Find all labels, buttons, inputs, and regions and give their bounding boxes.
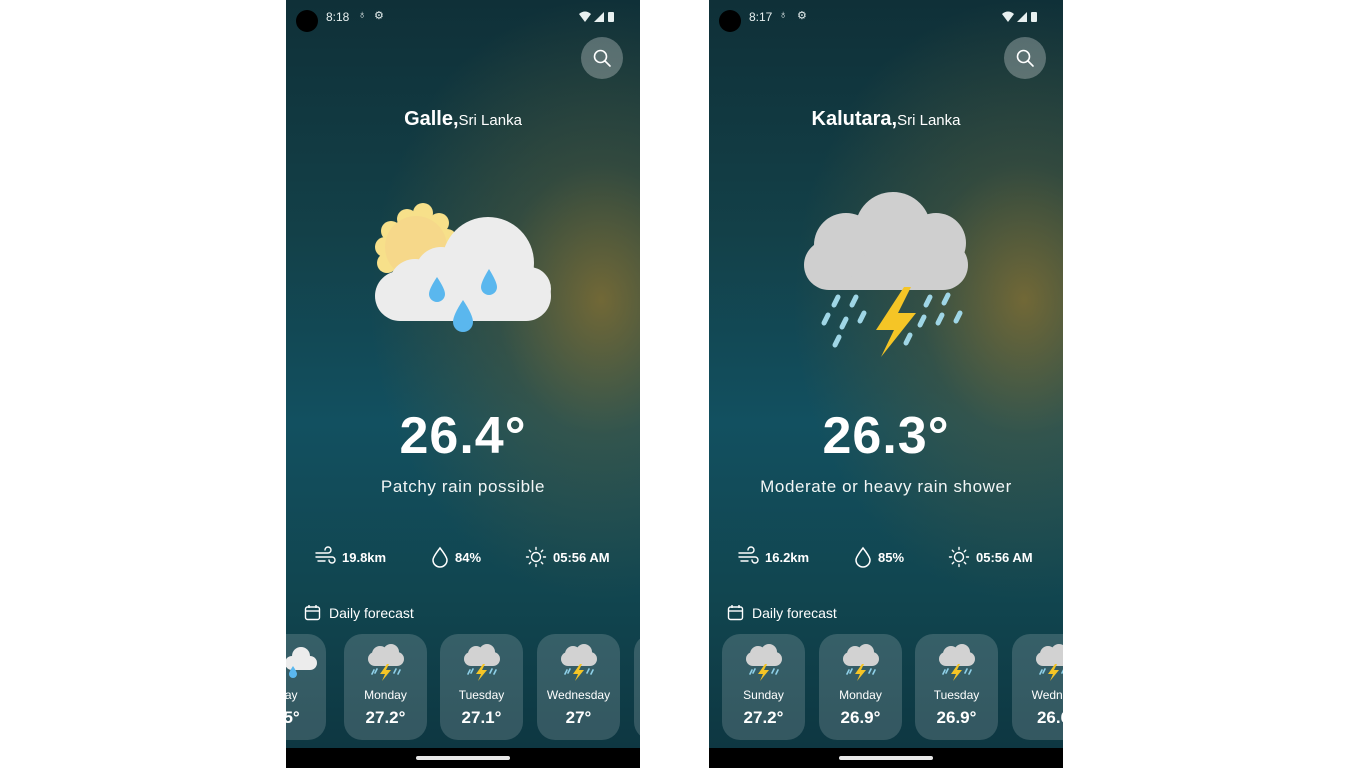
forecast-day: Wednes [1031, 688, 1063, 702]
thunderstorm-icon [939, 644, 975, 681]
location-heading: Kalutara,Sri Lanka [709, 108, 1063, 131]
forecast-card[interactable]: nday 7.5° [286, 634, 326, 740]
humidity-stat: 84% [431, 546, 481, 568]
wifi-signal-battery-icon [579, 11, 614, 22]
search-button[interactable] [1004, 37, 1046, 79]
search-button[interactable] [581, 37, 623, 79]
city-name: Kalutara, [811, 108, 898, 130]
city-name: Galle, [404, 108, 459, 130]
sun-cloud-rain-icon [375, 203, 551, 332]
thunderstorm-icon [561, 644, 597, 681]
water-drop-icon [432, 546, 448, 568]
forecast-card[interactable]: Tuesday 27.1° [440, 634, 523, 740]
thunderstorm-icon [804, 192, 968, 357]
current-temperature: 26.3° [822, 407, 950, 465]
forecast-day: Monday [364, 688, 407, 702]
forecast-cards: Sunday 27.2° Monday 26.9° Tuesday 26.9° [709, 634, 1063, 742]
current-condition: Moderate or heavy rain shower [760, 477, 1012, 496]
wind-stat: 19.8km [314, 546, 386, 568]
status-bar: 8:17 ♁ ⚙ [709, 0, 1063, 34]
country-name: Sri Lanka [897, 112, 961, 129]
humidity-value: 85% [878, 549, 905, 565]
phone-screen-kalutara: 8:17 ♁ ⚙ Kalutara,Sri Lanka 26.3° Modera… [709, 0, 1063, 768]
home-gesture-handle[interactable] [416, 756, 510, 760]
thunderstorm-icon [368, 644, 404, 681]
forecast-card[interactable]: Wednesday 27° [537, 634, 620, 740]
forecast-card[interactable]: Monday 27.2° [344, 634, 427, 740]
settings-status-icon: ⚙ [797, 10, 807, 22]
humidity-stat: 85% [854, 546, 904, 568]
camera-cutout [296, 10, 318, 32]
forecast-temp: 26.9° [840, 708, 881, 727]
forecast-card[interactable] [634, 634, 640, 740]
thunderstorm-icon [464, 644, 500, 681]
thunderstorm-icon [1036, 644, 1063, 681]
forecast-temp: 27.1° [461, 708, 502, 727]
forecast-temp: 27.2° [743, 708, 784, 727]
current-temperature: 26.4° [399, 407, 527, 465]
daily-forecast-header: Daily forecast [727, 604, 837, 621]
weather-stats: 19.8km 84% 05:56 AM [286, 546, 640, 576]
thunderstorm-icon [843, 644, 879, 681]
forecast-card[interactable]: Sunday 27.2° [722, 634, 805, 740]
navigation-bar [286, 748, 640, 768]
country-name: Sri Lanka [458, 112, 522, 129]
search-icon [1016, 49, 1034, 67]
notification-icon: ♁ [358, 9, 367, 21]
status-time: 8:18 [326, 10, 350, 24]
daily-forecast-label: Daily forecast [329, 604, 414, 621]
settings-status-icon: ⚙ [374, 10, 384, 22]
wind-value: 16.2km [765, 549, 810, 565]
calendar-icon [727, 605, 744, 621]
phone-screen-galle: 8:18 ♁ ⚙ Galle,Sri Lanka 26.4° Patchy ra… [286, 0, 640, 768]
forecast-day: Tuesday [458, 688, 505, 702]
forecast-temp: 26.6 [1036, 708, 1063, 727]
forecast-temp: 27.2° [365, 708, 406, 727]
sunrise-value: 05:56 AM [976, 549, 1033, 565]
navigation-bar [709, 748, 1063, 768]
sunrise-value: 05:56 AM [553, 549, 610, 565]
forecast-temp: 26.9° [936, 708, 977, 727]
daily-forecast-label: Daily forecast [752, 604, 837, 621]
wind-stat: 16.2km [737, 546, 809, 568]
status-bar: 8:18 ♁ ⚙ [286, 0, 640, 34]
forecast-temp: 7.5° [286, 708, 300, 727]
location-heading: Galle,Sri Lanka [286, 108, 640, 131]
wind-icon [315, 546, 336, 564]
forecast-card[interactable]: Wednes 26.6 [1012, 634, 1063, 740]
forecast-day: Sunday [743, 688, 784, 702]
home-gesture-handle[interactable] [839, 756, 933, 760]
sun-icon [948, 546, 970, 568]
forecast-day: Wednesday [546, 688, 611, 702]
forecast-day: nday [286, 688, 298, 702]
camera-cutout [719, 10, 741, 32]
water-drop-icon [855, 546, 871, 568]
forecast-cards: nday 7.5° Monday 27.2° Tuesday 27.1° [286, 634, 640, 742]
weather-stats: 16.2km 85% 05:56 AM [709, 546, 1063, 576]
sunrise-stat: 05:56 AM [948, 546, 1033, 568]
search-icon [593, 49, 611, 67]
current-condition: Patchy rain possible [380, 477, 546, 496]
wind-icon [738, 546, 759, 564]
notification-icon: ♁ [779, 9, 788, 21]
sunrise-stat: 05:56 AM [525, 546, 610, 568]
forecast-day: Monday [839, 688, 882, 702]
forecast-card[interactable]: Monday 26.9° [819, 634, 902, 740]
forecast-temp: 27° [565, 708, 592, 727]
humidity-value: 84% [455, 549, 482, 565]
wifi-signal-battery-icon [1002, 11, 1037, 22]
thunderstorm-icon [746, 644, 782, 681]
forecast-day: Tuesday [933, 688, 980, 702]
calendar-icon [304, 605, 321, 621]
cloud-rain-icon [286, 647, 317, 678]
status-time: 8:17 [749, 10, 773, 24]
wind-value: 19.8km [342, 549, 387, 565]
daily-forecast-header: Daily forecast [304, 604, 414, 621]
sun-icon [525, 546, 547, 568]
forecast-card[interactable]: Tuesday 26.9° [915, 634, 998, 740]
